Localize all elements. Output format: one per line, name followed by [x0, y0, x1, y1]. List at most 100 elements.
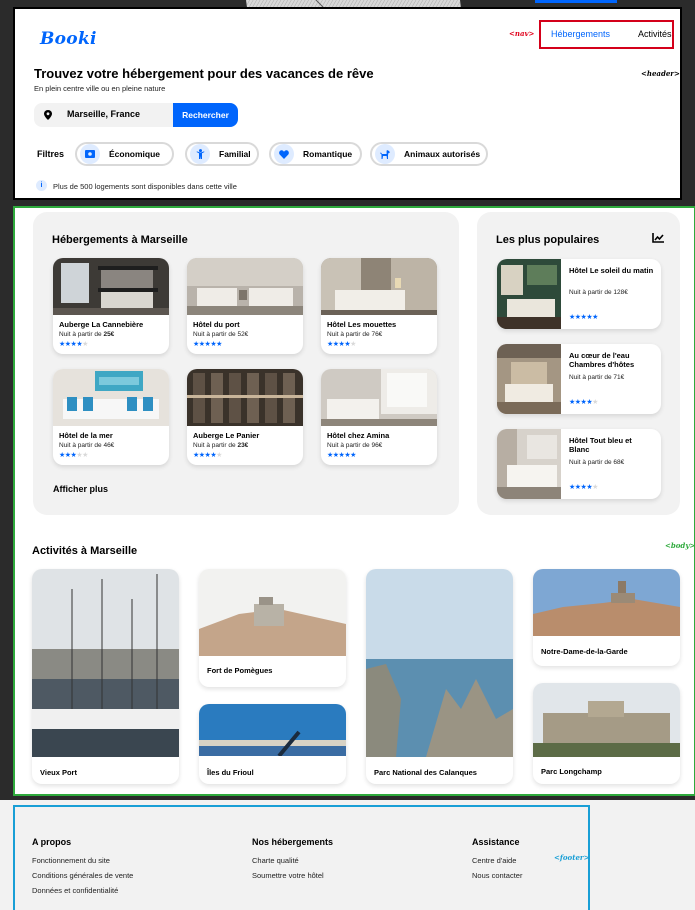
- info-text: Plus de 500 logements sont disponibles d…: [53, 182, 237, 191]
- populaire-price: Nuit à partir de 68€: [569, 459, 625, 466]
- activite-label: Îles du Frioul: [207, 768, 254, 777]
- show-more-link[interactable]: Afficher plus: [53, 484, 108, 494]
- footer-heading: A propos: [32, 837, 72, 847]
- hebergement-name: Hôtel du port: [193, 320, 240, 329]
- activite-photo: [199, 704, 346, 758]
- footer-heading: Assistance: [472, 837, 520, 847]
- footer-link[interactable]: Centre d'aide: [472, 856, 516, 865]
- activites-title: Activités à Marseille: [32, 545, 138, 557]
- activite-card[interactable]: Notre-Dame-de-la-Garde: [533, 569, 680, 666]
- populaires-title: Les plus populaires: [496, 234, 600, 246]
- rating-stars: ★★★★★: [59, 452, 88, 459]
- populaire-card[interactable]: Hôtel Le soleil du matin Nuit à partir d…: [497, 259, 661, 329]
- hotel-photo: [187, 258, 303, 315]
- filter-label: Romantique: [303, 149, 353, 159]
- activite-photo: [533, 569, 680, 636]
- filter-label: Animaux autorisés: [404, 149, 481, 159]
- top-accent-bar: [535, 0, 617, 3]
- rating-stars: ★★★★★: [569, 399, 598, 406]
- search-button[interactable]: Rechercher: [173, 103, 238, 127]
- activite-label: Parc Longchamp: [541, 767, 602, 776]
- page-subtitle: En plein centre ville ou en pleine natur…: [34, 84, 166, 93]
- activite-card[interactable]: Vieux Port: [32, 569, 179, 784]
- hotel-photo: [187, 369, 303, 426]
- activite-photo: [366, 569, 513, 757]
- hotel-photo: [497, 344, 561, 414]
- rating-stars: ★★★★★: [327, 341, 356, 348]
- hebergement-name: Auberge Le Panier: [193, 431, 260, 440]
- footer-link[interactable]: Soumettre votre hôtel: [252, 871, 324, 880]
- filter-familial[interactable]: Familial: [185, 142, 259, 166]
- trending-chart-icon: [652, 233, 664, 243]
- filter-economique[interactable]: Économique: [75, 142, 174, 166]
- rating-stars: ★★★★★: [193, 341, 222, 348]
- filter-animaux[interactable]: Animaux autorisés: [370, 142, 488, 166]
- hotel-photo: [321, 369, 437, 426]
- hebergement-name: Hôtel de la mer: [59, 431, 113, 440]
- search-value: Marseille, France: [67, 109, 141, 119]
- hotel-photo: [53, 258, 169, 315]
- filter-romantique[interactable]: Romantique: [269, 142, 362, 166]
- hotel-photo: [497, 429, 561, 499]
- child-icon: [190, 144, 210, 164]
- activite-label: Fort de Pomègues: [207, 666, 273, 675]
- hotel-photo: [321, 258, 437, 315]
- activite-label: Vieux Port: [40, 768, 77, 777]
- rating-stars: ★★★★★: [569, 314, 598, 321]
- filter-label: Familial: [219, 149, 251, 159]
- hebergement-price: Nuit à partir de 46€: [59, 442, 115, 449]
- hebergement-card[interactable]: Hôtel chez Amina Nuit à partir de 96€ ★★…: [321, 369, 437, 465]
- nav-link-hebergements[interactable]: Hébergements: [551, 29, 610, 39]
- filter-label: Économique: [109, 149, 161, 159]
- hotel-photo: [53, 369, 169, 426]
- activite-card[interactable]: Parc National des Calanques: [366, 569, 513, 784]
- hebergement-name: Hôtel chez Amina: [327, 431, 390, 440]
- booki-logo[interactable]: Booki: [40, 29, 97, 49]
- footer-link[interactable]: Données et confidentialité: [32, 886, 118, 895]
- hebergement-card[interactable]: Auberge La Cannebière Nuit à partir de 2…: [53, 258, 169, 354]
- hebergement-price: Nuit à partir de 52€: [193, 331, 249, 338]
- body-tag-label: <body>: [665, 541, 695, 550]
- hebergement-price: Nuit à partir de 23€: [193, 442, 249, 449]
- footer-link[interactable]: Nous contacter: [472, 871, 522, 880]
- hotel-photo: [497, 259, 561, 329]
- rating-stars: ★★★★★: [569, 484, 598, 491]
- hebergement-price: Nuit à partir de 25€: [59, 331, 115, 338]
- populaire-price: Nuit à partir de 128€: [569, 289, 628, 296]
- hebergement-card[interactable]: Hôtel de la mer Nuit à partir de 46€ ★★★…: [53, 369, 169, 465]
- hebergement-card[interactable]: Hôtel du port Nuit à partir de 52€ ★★★★★: [187, 258, 303, 354]
- activite-label: Parc National des Calanques: [374, 768, 477, 777]
- rating-stars: ★★★★★: [59, 341, 88, 348]
- hebergement-price: Nuit à partir de 76€: [327, 331, 383, 338]
- footer-tag-label: <footer>: [554, 853, 590, 862]
- hebergement-price: Nuit à partir de 96€: [327, 442, 383, 449]
- hebergement-card[interactable]: Auberge Le Panier Nuit à partir de 23€ ★…: [187, 369, 303, 465]
- hebergement-name: Auberge La Cannebière: [59, 320, 144, 329]
- populaire-price: Nuit à partir de 71€: [569, 374, 625, 381]
- footer-link[interactable]: Conditions générales de vente: [32, 871, 133, 880]
- activite-card[interactable]: Îles du Frioul: [199, 704, 346, 784]
- nav-link-activites[interactable]: Activités: [638, 29, 672, 39]
- activite-label: Notre-Dame-de-la-Garde: [541, 647, 628, 656]
- footer-link[interactable]: Charte qualité: [252, 856, 299, 865]
- activite-photo: [32, 569, 179, 757]
- populaire-name: Au cœur de l'eau Chambres d'hôtes: [569, 351, 635, 369]
- footer-heading: Nos hébergements: [252, 837, 334, 847]
- populaire-card[interactable]: Au cœur de l'eau Chambres d'hôtes Nuit à…: [497, 344, 661, 414]
- location-pin-icon: [44, 110, 52, 120]
- activite-photo: [199, 569, 346, 656]
- footer-link[interactable]: Fonctionnement du site: [32, 856, 110, 865]
- rating-stars: ★★★★★: [327, 452, 356, 459]
- money-icon: [80, 144, 100, 164]
- page-title: Trouvez votre hébergement pour des vacan…: [34, 66, 374, 81]
- dog-icon: [375, 144, 395, 164]
- activite-photo: [533, 683, 680, 757]
- hebergement-card[interactable]: Hôtel Les mouettes Nuit à partir de 76€ …: [321, 258, 437, 354]
- populaire-card[interactable]: Hôtel Tout bleu et Blanc Nuit à partir d…: [497, 429, 661, 499]
- activite-card[interactable]: Parc Longchamp: [533, 683, 680, 784]
- activite-card[interactable]: Fort de Pomègues: [199, 569, 346, 687]
- populaire-name: Hôtel Le soleil du matin: [569, 266, 654, 275]
- heart-icon: [274, 144, 294, 164]
- hebergements-title: Hébergements à Marseille: [52, 234, 188, 246]
- rating-stars: ★★★★★: [193, 452, 222, 459]
